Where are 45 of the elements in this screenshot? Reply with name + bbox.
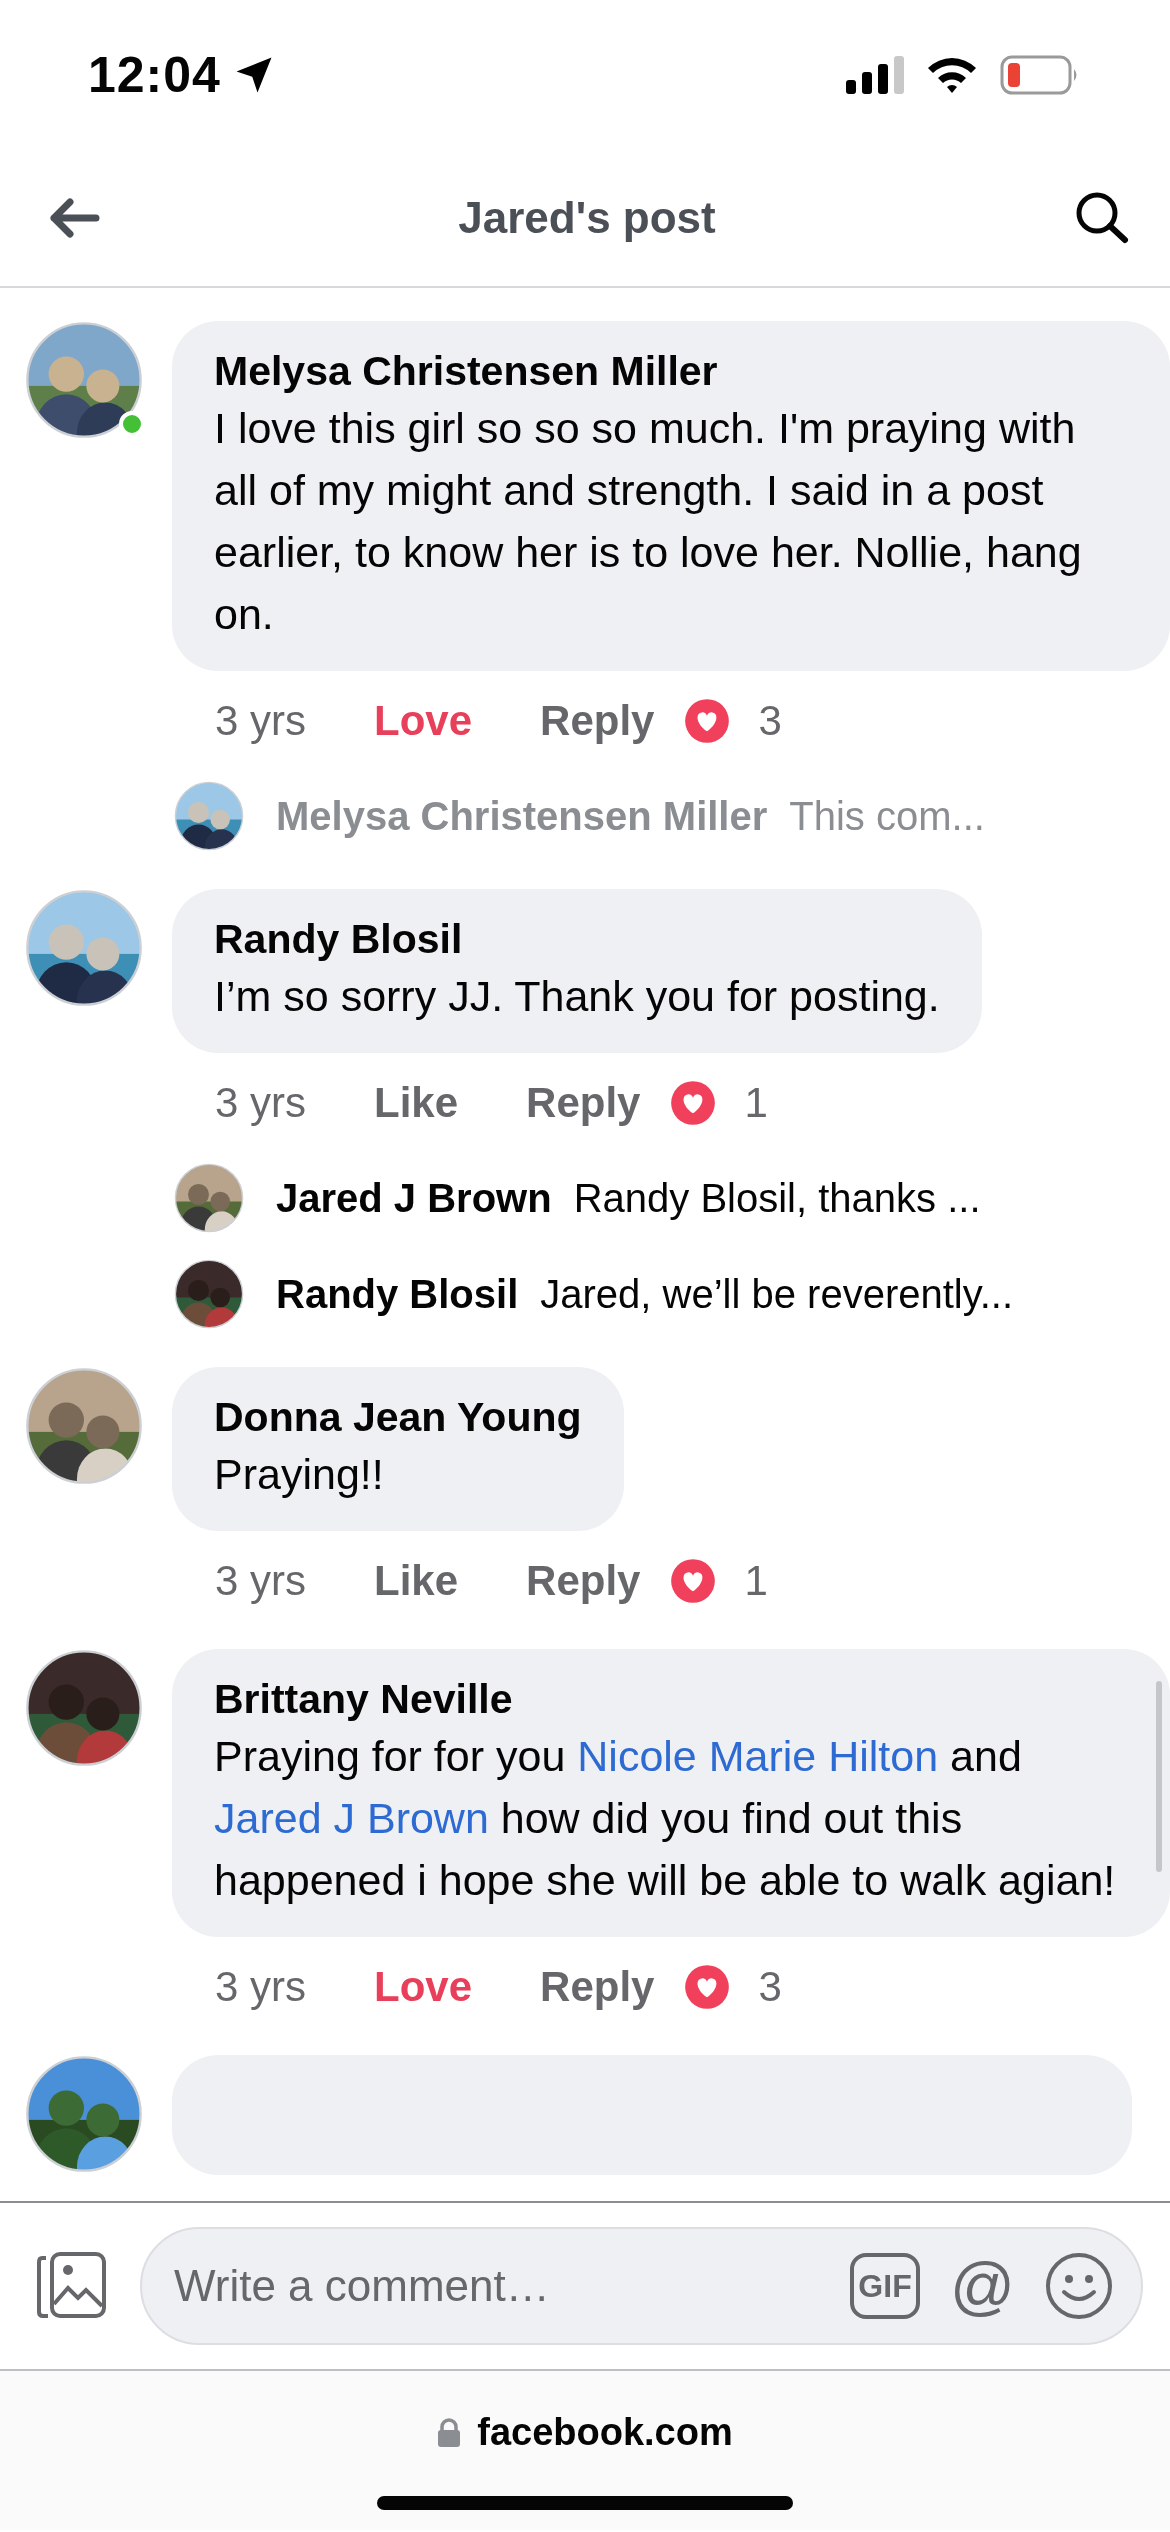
reply-link[interactable]: Reply (540, 697, 655, 745)
reaction-count: 1 (744, 1557, 768, 1605)
comment-time: 3 yrs (215, 1079, 306, 1127)
reply-author[interactable]: Melysa Christensen Miller (276, 793, 768, 838)
comment-text: I love this girl so so so much. I'm praying with all of my might and strength. I said in a post earlier, to know her is to love her. Nollie, hang on. (214, 403, 1083, 640)
reply-preview[interactable]: Randy Blosil, thanks ... (573, 1175, 981, 1220)
reply-link[interactable]: Reply (540, 1963, 655, 2011)
mention-button[interactable]: @ (950, 2254, 1015, 2318)
reaction-link[interactable]: Like (374, 1557, 459, 1605)
scrollbar[interactable] (1156, 1681, 1162, 1872)
smiley-icon[interactable] (1045, 2252, 1113, 2320)
reply-author[interactable]: Randy Blosil (276, 1271, 519, 1316)
reaction-count: 3 (758, 1963, 782, 2011)
reaction-count: 3 (758, 697, 782, 745)
comment-time: 3 yrs (215, 1963, 306, 2011)
comment-text: I’m so sorry JJ. Thank you for posting. (214, 971, 940, 1022)
comment-author[interactable]: Brittany Neville (214, 1673, 1128, 1725)
reaction-link[interactable]: Love (374, 697, 473, 745)
search-icon[interactable] (1074, 190, 1130, 246)
wifi-icon (926, 55, 978, 95)
comment-author[interactable]: Randy Blosil (214, 913, 940, 965)
page-title: Jared's post (458, 193, 716, 243)
status-time: 12:04 (88, 46, 221, 104)
comment-time: 3 yrs (215, 697, 306, 745)
mention-link[interactable]: Nicole Marie Hilton (577, 1732, 939, 1780)
signal-icon (846, 56, 904, 94)
comment-text: Praying for for you Nicole Marie Hilton and Jared J Brown how did you find out this happened i hope she will be able to walk agian! (214, 1731, 1117, 1906)
reaction-link[interactable]: Love (374, 1963, 473, 2011)
comment-time: 3 yrs (215, 1557, 306, 1605)
comment-field[interactable]: Write a comment… GIF @ (140, 2227, 1143, 2345)
lock-icon (437, 2417, 462, 2448)
comment-text: Praying!! (214, 1449, 385, 1500)
reply-preview[interactable]: Jared, we’ll be reverently... (540, 1271, 1014, 1316)
back-arrow-icon[interactable] (48, 197, 100, 239)
reaction-count: 1 (744, 1079, 768, 1127)
mention-link[interactable]: Jared J Brown (214, 1794, 489, 1842)
reply-author[interactable]: Jared J Brown (276, 1175, 552, 1220)
reply-link[interactable]: Reply (526, 1557, 641, 1605)
url-text[interactable]: facebook.com (477, 2411, 733, 2454)
gif-button[interactable]: GIF (850, 2253, 921, 2319)
reply-preview[interactable]: This com... (789, 793, 985, 838)
reply-link[interactable]: Reply (526, 1079, 641, 1127)
comment-author[interactable]: Donna Jean Young (214, 1391, 582, 1443)
reaction-link[interactable]: Like (374, 1079, 459, 1127)
comment-author[interactable]: Melysa Christensen Miller (214, 345, 1128, 397)
